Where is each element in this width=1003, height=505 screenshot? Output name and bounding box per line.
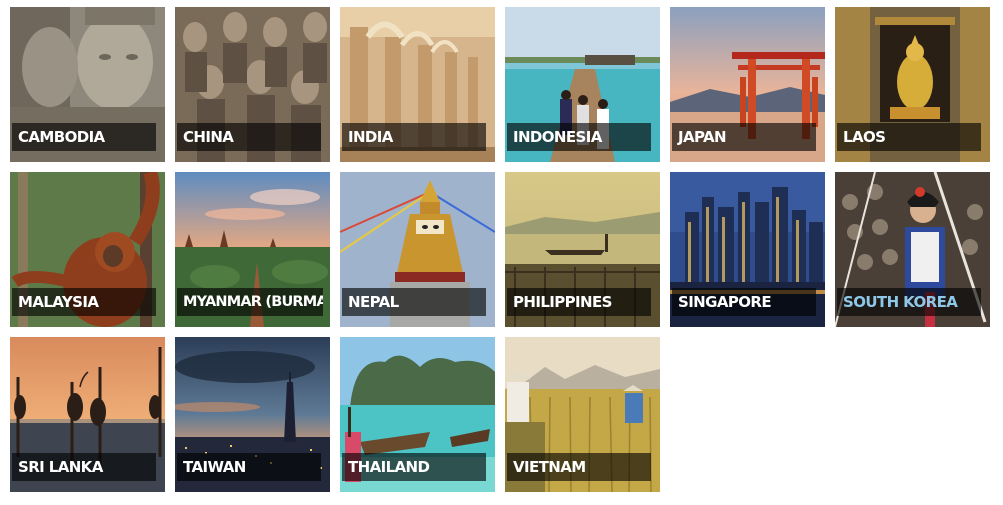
tile-singapore[interactable]: SINGAPORE bbox=[670, 172, 825, 327]
tile-south-korea[interactable]: SOUTH KOREA bbox=[835, 172, 990, 327]
tile-label-indonesia: INDONESIA bbox=[507, 123, 651, 151]
tile-myanmar[interactable]: MYANMAR (BURMA) bbox=[175, 172, 330, 327]
tile-china[interactable]: CHINA bbox=[175, 7, 330, 162]
tile-india[interactable]: INDIA bbox=[340, 7, 495, 162]
tile-thailand[interactable]: THAILAND bbox=[340, 337, 495, 492]
tile-nepal[interactable]: NEPAL bbox=[340, 172, 495, 327]
tile-label-thailand: THAILAND bbox=[342, 453, 486, 481]
tile-label-laos: LAOS bbox=[837, 123, 981, 151]
tile-label-south-korea: SOUTH KOREA bbox=[837, 288, 981, 316]
tile-vietnam[interactable]: VIETNAM bbox=[505, 337, 660, 492]
tile-taiwan[interactable]: TAIWAN bbox=[175, 337, 330, 492]
tile-label-japan: JAPAN bbox=[672, 123, 816, 151]
tile-laos[interactable]: LAOS bbox=[835, 7, 990, 162]
tile-label-cambodia: CAMBODIA bbox=[12, 123, 156, 151]
tile-label-india: INDIA bbox=[342, 123, 486, 151]
tile-philippines[interactable]: PHILIPPINES bbox=[505, 172, 660, 327]
tile-japan[interactable]: JAPAN bbox=[670, 7, 825, 162]
tile-label-singapore: SINGAPORE bbox=[672, 288, 816, 316]
destination-grid: CAMBODIA CHINA INDIA INDONESIA JAPAN LAO… bbox=[0, 0, 1003, 505]
tile-cambodia[interactable]: CAMBODIA bbox=[10, 7, 165, 162]
tile-sri-lanka[interactable]: SRI LANKA bbox=[10, 337, 165, 492]
tile-label-philippines: PHILIPPINES bbox=[507, 288, 651, 316]
tile-label-china: CHINA bbox=[177, 123, 321, 151]
tile-label-myanmar: MYANMAR (BURMA) bbox=[177, 288, 323, 316]
tile-malaysia[interactable]: MALAYSIA bbox=[10, 172, 165, 327]
tile-label-sri-lanka: SRI LANKA bbox=[12, 453, 156, 481]
tile-label-nepal: NEPAL bbox=[342, 288, 486, 316]
tile-label-taiwan: TAIWAN bbox=[177, 453, 321, 481]
tile-indonesia[interactable]: INDONESIA bbox=[505, 7, 660, 162]
tile-label-vietnam: VIETNAM bbox=[507, 453, 651, 481]
tile-label-malaysia: MALAYSIA bbox=[12, 288, 156, 316]
